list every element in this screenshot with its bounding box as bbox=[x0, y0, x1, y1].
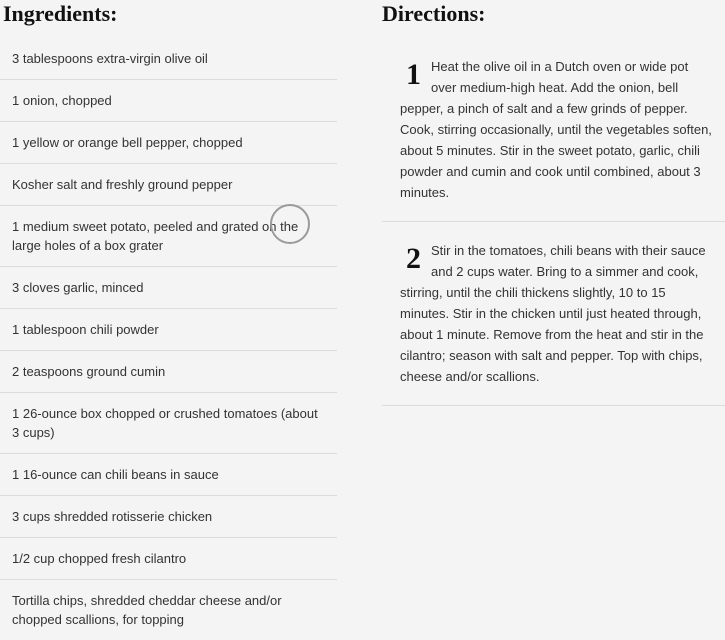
step-number: 2 bbox=[406, 242, 421, 275]
ingredients-heading: Ingredients: bbox=[3, 1, 118, 26]
step-number: 1 bbox=[406, 58, 421, 91]
ingredients-section: Ingredients: 3 tablespoons extra-virgin … bbox=[0, 0, 337, 640]
ingredient-item: 1 onion, chopped bbox=[0, 80, 337, 122]
ingredient-item: Tortilla chips, shredded cheddar cheese … bbox=[12, 593, 282, 627]
ingredient-item: Kosher salt and freshly ground pepper bbox=[0, 164, 337, 206]
ingredient-item: 3 cups shredded rotisserie chicken bbox=[0, 496, 337, 538]
direction-step: 1 Heat the olive oil in a Dutch oven or … bbox=[382, 38, 725, 222]
step-text: Stir in the tomatoes, chili beans with t… bbox=[400, 243, 706, 384]
ingredient-item: 1 yellow or orange bell pepper, chopped bbox=[0, 122, 337, 164]
directions-heading: Directions: bbox=[382, 1, 486, 26]
directions-list: 1 Heat the olive oil in a Dutch oven or … bbox=[382, 38, 725, 406]
ingredient-item: 3 cloves garlic, minced bbox=[0, 267, 337, 309]
ingredient-item: 2 teaspoons ground cumin bbox=[0, 351, 337, 393]
step-text: Heat the olive oil in a Dutch oven or wi… bbox=[400, 59, 712, 200]
ingredient-item: 1 medium sweet potato, peeled and grated… bbox=[0, 206, 337, 267]
ingredient-item: 1 tablespoon chili powder bbox=[0, 309, 337, 351]
direction-step: 2 Stir in the tomatoes, chili beans with… bbox=[382, 222, 725, 406]
ingredient-item: 1 16-ounce can chili beans in sauce bbox=[0, 454, 337, 496]
ingredient-item: 3 tablespoons extra-virgin olive oil bbox=[0, 38, 337, 80]
ingredient-item: 1/2 cup chopped fresh cilantro bbox=[0, 538, 337, 580]
directions-section: Directions: 1 Heat the olive oil in a Du… bbox=[382, 0, 725, 406]
ingredients-list: 3 tablespoons extra-virgin olive oil 1 o… bbox=[0, 38, 337, 640]
ingredient-item: 1 26-ounce box chopped or crushed tomato… bbox=[0, 393, 337, 454]
